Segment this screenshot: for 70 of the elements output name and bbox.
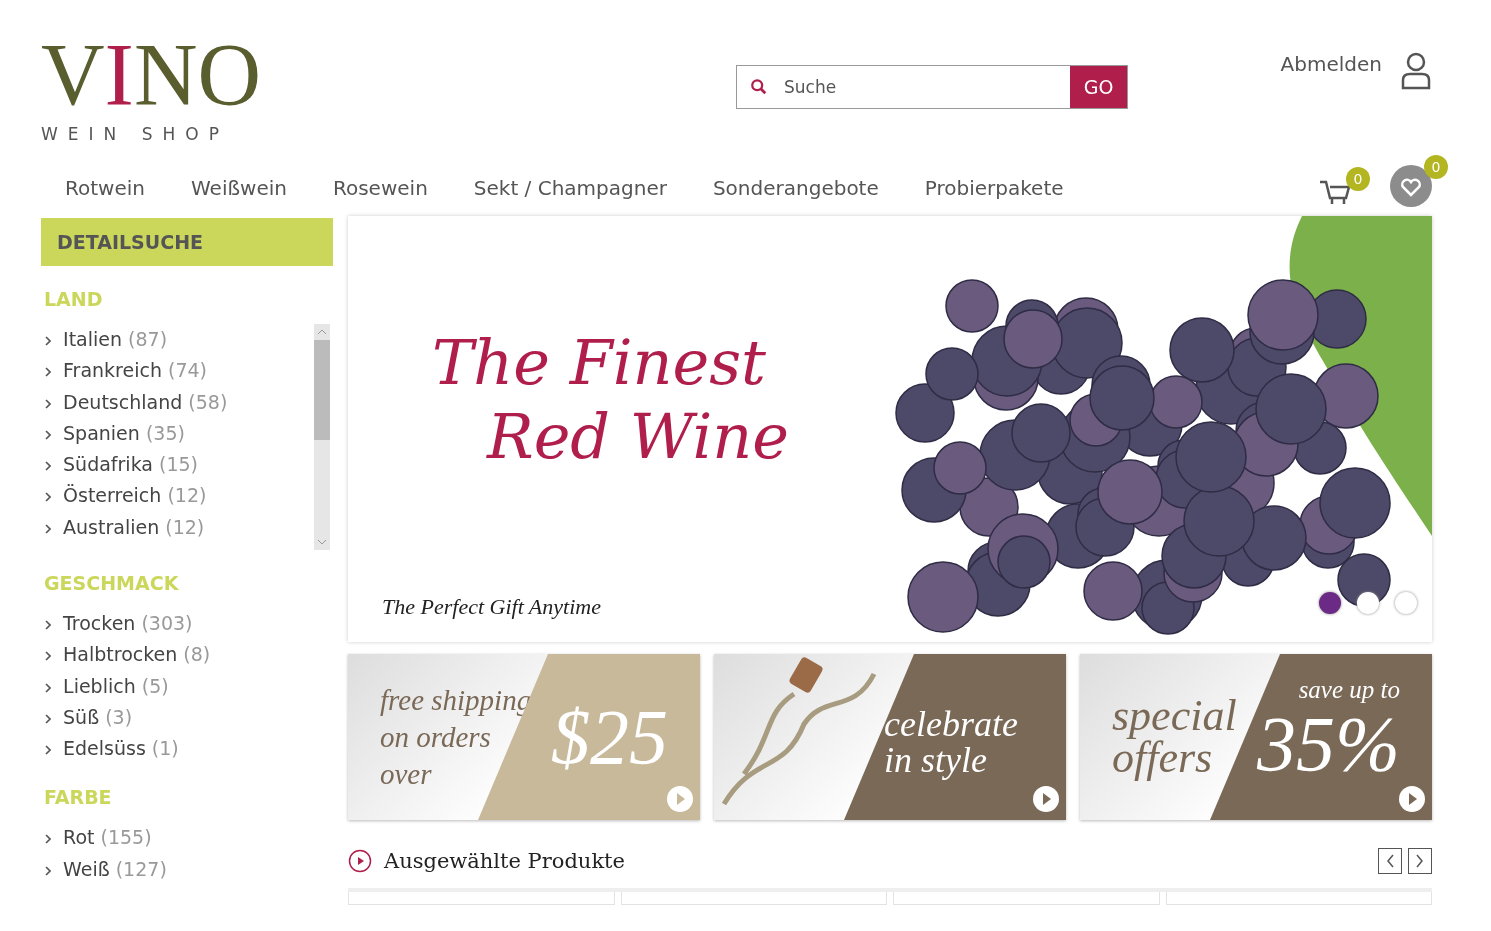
search-icon (750, 78, 768, 96)
filter-item[interactable]: Österreich (12) (41, 480, 314, 512)
wishlist-count-badge: 0 (1424, 155, 1448, 179)
section-title: Ausgewählte Produkte (384, 849, 625, 873)
chevron-icon (45, 398, 51, 409)
chevron-icon (45, 713, 51, 724)
next-button[interactable] (1408, 848, 1432, 874)
filter-header: DETAILSUCHE (41, 218, 333, 266)
cart-count-badge: 0 (1346, 167, 1370, 191)
filter-heading: LAND (44, 288, 104, 310)
promo-text: special offers (1111, 695, 1237, 779)
chevron-icon (45, 492, 51, 503)
filter-item[interactable]: Lieblich (5) (41, 670, 333, 702)
chevron-icon (45, 429, 51, 440)
chevron-icon (45, 745, 51, 756)
filter-item[interactable]: Weiß (127) (41, 853, 333, 886)
scrollbar[interactable] (314, 324, 330, 550)
promo-caption: save up to (1298, 676, 1400, 704)
filter-heading: FARBE (44, 786, 113, 809)
search-button[interactable]: GO (1070, 66, 1127, 108)
carousel-dot[interactable] (1357, 592, 1379, 614)
filter-item[interactable]: Trocken (303) (41, 608, 333, 640)
search-field[interactable]: Suche GO (736, 65, 1128, 109)
chevron-icon (45, 865, 51, 876)
scroll-down-icon[interactable] (317, 539, 327, 545)
filter-item[interactable]: Deutschland (58) (41, 386, 314, 418)
filter-item[interactable]: Italien (87) (41, 324, 314, 356)
nav-link[interactable]: Rosewein (332, 176, 428, 200)
promo-headline: celebrate in style (884, 706, 1019, 778)
filter-item[interactable]: Australien (12) (41, 511, 314, 544)
nav-link[interactable]: Probierpakete (924, 176, 1064, 200)
filter-item[interactable]: Frankreich (74) (41, 355, 314, 387)
play-icon[interactable] (1399, 786, 1425, 812)
carousel-dot[interactable] (1395, 592, 1417, 614)
logout-link[interactable]: Abmelden (1280, 52, 1382, 76)
scroll-up-icon[interactable] (317, 329, 327, 335)
filter-item[interactable]: Halbtrocken (8) (41, 639, 333, 671)
filter-heading: GESCHMACK (44, 572, 180, 594)
wishlist-icon[interactable] (1390, 165, 1432, 207)
nav-link[interactable]: Sekt / Champagner (473, 176, 667, 200)
chevron-icon (45, 682, 51, 693)
play-icon[interactable] (1033, 786, 1059, 812)
filter-item[interactable]: Spanien (35) (41, 417, 314, 450)
user-icon[interactable] (1400, 52, 1432, 90)
previous-button[interactable] (1378, 848, 1402, 874)
filter-item[interactable]: Rot (155) (41, 822, 333, 854)
filter-item[interactable]: Südafrika (15) (41, 449, 314, 481)
carousel-dot[interactable] (1319, 592, 1341, 614)
promo-headline: 35% (1257, 704, 1400, 784)
promo-banner[interactable]: celebrate in style (714, 654, 1066, 820)
chevron-right-icon (1415, 853, 1425, 869)
hero-title: The Finest Red Wine (431, 326, 790, 474)
chevron-icon (45, 461, 51, 472)
chevron-icon (45, 834, 51, 845)
promo-headline: $25 (551, 697, 668, 777)
chevron-left-icon (1385, 853, 1395, 869)
logo[interactable]: VINO WEIN SHOP (41, 36, 281, 144)
nav-link[interactable]: Weißwein (191, 176, 287, 200)
nav-link[interactable]: Rotwein (65, 176, 145, 200)
play-circle-icon (348, 849, 372, 873)
filter-item[interactable]: Süß (3) (41, 701, 333, 734)
filter-item[interactable]: Edelsüss (1) (41, 733, 333, 765)
hero-banner[interactable]: The Finest Red Wine The Perfect Gift Anytime (348, 216, 1432, 642)
hero-subtitle: The Perfect Gift Anytime (382, 594, 602, 620)
chevron-icon (45, 651, 51, 662)
chevron-icon (45, 620, 51, 630)
nav-link[interactable]: Sonderangebote (712, 176, 879, 200)
chevron-icon (45, 367, 51, 378)
chevron-icon (45, 523, 51, 534)
chevron-icon (45, 336, 51, 346)
